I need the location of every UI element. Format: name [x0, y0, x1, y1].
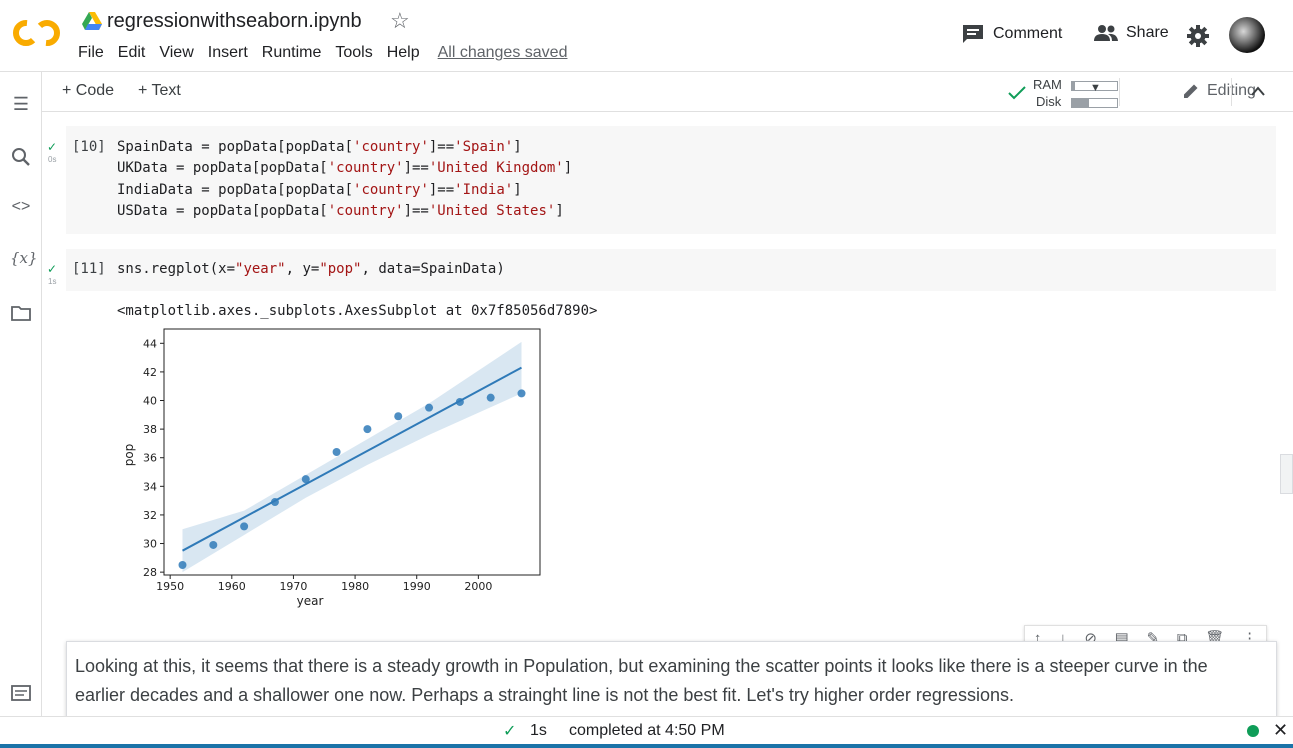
save-status-link[interactable]: All changes saved	[438, 44, 568, 62]
execution-count: [11]	[72, 261, 106, 277]
text-cell-content: Looking at this, it seems that there is …	[75, 656, 1208, 705]
cell-output-text: <matplotlib.axes._subplots.AxesSubplot a…	[117, 303, 598, 319]
data-point	[517, 389, 526, 398]
toolbar-divider-2	[1231, 78, 1232, 106]
colab-logo[interactable]	[12, 16, 62, 50]
account-avatar[interactable]	[1229, 17, 1265, 53]
menu-runtime[interactable]: Runtime	[262, 44, 322, 62]
variables-icon[interactable]: {x}	[10, 249, 38, 271]
regplot-chart: 1950 1960 1970 1980 1990 2000 28 30 32 34 36 38 40 42…	[122, 328, 541, 608]
cell-exec-time: 1s	[48, 277, 57, 286]
settings-gear-icon[interactable]	[1187, 25, 1209, 47]
x-tick-label: 1970	[279, 580, 307, 593]
disk-label: Disk	[1036, 94, 1062, 109]
x-axis-label: year	[297, 594, 324, 608]
y-tick-label: 44	[143, 337, 157, 350]
y-tick-label: 36	[143, 452, 157, 465]
add-code-button[interactable]: + Code	[62, 82, 114, 100]
code-line[interactable]: UKData = popData[popData['country']=='Un…	[117, 160, 572, 176]
x-tick-label: 2000	[464, 580, 492, 593]
close-status-icon[interactable]: ✕	[1273, 720, 1288, 741]
menubar: File Edit View Insert Runtime Tools Help…	[78, 44, 581, 62]
y-tick-label: 40	[143, 395, 157, 408]
x-tick-label: 1990	[403, 580, 431, 593]
add-text-button[interactable]: + Text	[138, 82, 181, 100]
menu-insert[interactable]: Insert	[208, 44, 248, 62]
data-point	[455, 397, 464, 406]
execution-count: [10]	[72, 139, 106, 155]
data-point	[486, 393, 495, 402]
pencil-icon	[1184, 84, 1198, 98]
share-button[interactable]: Share	[1094, 24, 1169, 42]
regression-line	[182, 366, 522, 552]
y-axis-label: pop	[122, 444, 136, 467]
data-point	[394, 412, 403, 421]
code-line[interactable]: IndiaData = popData[popData['country']==…	[117, 182, 522, 198]
menu-view[interactable]: View	[159, 44, 193, 62]
people-icon	[1094, 25, 1118, 41]
code-line[interactable]: SpainData = popData[popData['country']==…	[117, 139, 522, 155]
notebook-toolbar: + Code + Text RAM Disk ▼ Editing	[42, 72, 1293, 112]
resources-indicator[interactable]: RAM Disk	[1008, 76, 1120, 110]
toolbar-divider	[1119, 78, 1120, 106]
y-tick-label: 30	[143, 538, 157, 551]
menu-file[interactable]: File	[78, 44, 104, 62]
x-tick-label: 1960	[218, 580, 246, 593]
status-check-icon: ✓	[503, 723, 517, 740]
menu-help[interactable]: Help	[387, 44, 420, 62]
drive-icon	[82, 12, 102, 30]
data-point	[240, 522, 249, 531]
y-tick-label: 32	[143, 509, 157, 522]
scrollbar-thumb[interactable]	[1280, 454, 1293, 494]
menu-edit[interactable]: Edit	[118, 44, 146, 62]
connection-status-dot	[1247, 725, 1259, 737]
data-point	[178, 560, 187, 569]
data-point	[209, 540, 218, 549]
comment-button[interactable]: Comment	[962, 24, 1062, 44]
data-point	[332, 448, 341, 456]
run-success-check-icon[interactable]: ✓	[47, 262, 57, 276]
comment-label: Comment	[993, 25, 1063, 42]
notebook-title[interactable]: regressionwithseaborn.ipynb	[107, 10, 362, 33]
data-point	[301, 475, 310, 484]
data-point	[425, 403, 434, 412]
run-success-check-icon[interactable]: ✓	[47, 140, 57, 154]
collapse-header-chevron-up-icon[interactable]	[1250, 85, 1266, 97]
status-completed: completed at 4:50 PM	[569, 722, 725, 739]
status-duration: 1s	[530, 722, 547, 739]
share-label: Share	[1126, 24, 1169, 41]
y-tick-label: 34	[143, 480, 157, 493]
bottom-strip	[0, 744, 1293, 748]
x-tick-label: 1950	[156, 580, 184, 593]
terminal-icon[interactable]	[10, 682, 32, 704]
y-tick-label: 42	[143, 366, 157, 379]
code-snippets-icon[interactable]: <>	[10, 198, 32, 220]
code-line[interactable]: sns.regplot(x="year", y="pop", data=Spai…	[117, 261, 505, 277]
search-icon[interactable]	[10, 146, 32, 168]
status-bar: ✓ 1s completed at 4:50 PM ✕	[0, 716, 1293, 744]
data-point	[270, 498, 279, 507]
y-tick-label: 38	[143, 423, 157, 436]
star-icon[interactable]: ☆	[390, 8, 410, 34]
header: regressionwithseaborn.ipynb ☆ File Edit …	[0, 0, 1293, 72]
code-line[interactable]: USData = popData[popData['country']=='Un…	[117, 203, 564, 219]
resources-dropdown-icon[interactable]: ▼	[1090, 82, 1101, 94]
folder-icon[interactable]	[10, 302, 32, 324]
confidence-band	[182, 341, 522, 573]
connected-check-icon	[1008, 86, 1026, 100]
cell-exec-time: 0s	[48, 155, 57, 164]
left-sidebar: ☰ <> {x}	[0, 72, 42, 716]
data-point	[363, 425, 372, 434]
x-tick-label: 1980	[341, 580, 369, 593]
comment-icon	[963, 25, 983, 43]
menu-tools[interactable]: Tools	[335, 44, 372, 62]
ram-label: RAM	[1033, 77, 1062, 92]
editing-mode-button[interactable]: Editing	[1182, 82, 1256, 100]
table-of-contents-icon[interactable]: ☰	[10, 94, 32, 116]
disk-meter	[1071, 98, 1118, 108]
y-tick-label: 28	[143, 566, 157, 579]
